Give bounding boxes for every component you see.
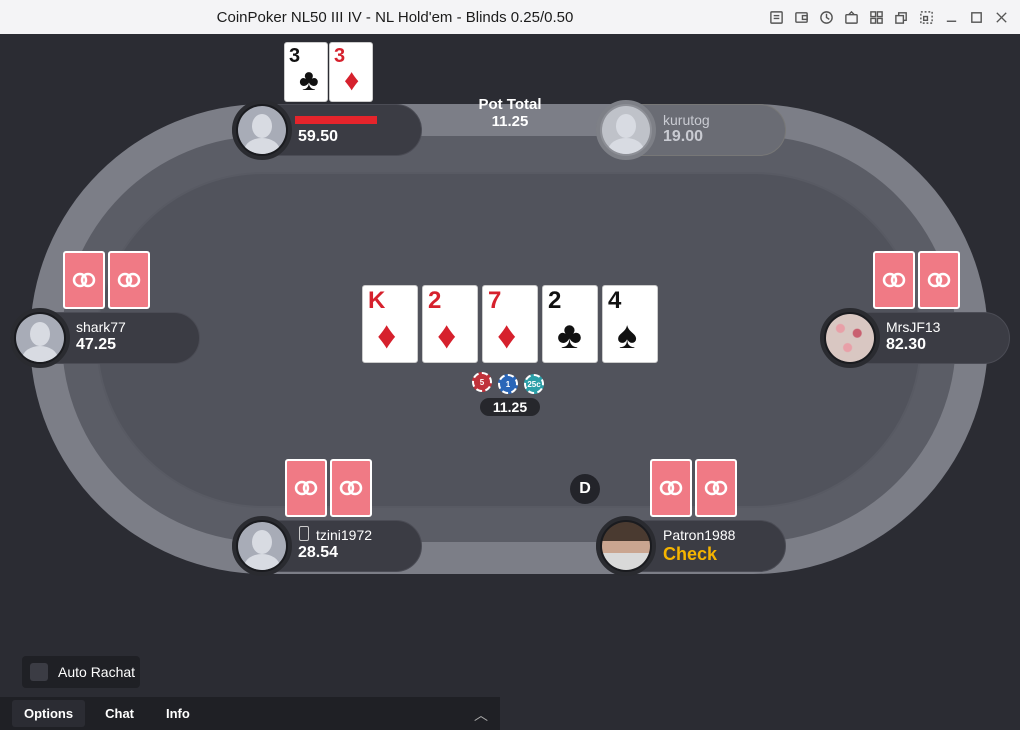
dealer-button: D: [570, 474, 600, 504]
player-stack: 82.30: [886, 336, 927, 353]
hole-card: 3 ♦: [329, 42, 373, 102]
player-name: kurutog: [663, 112, 710, 128]
title-bar: CoinPoker NL50 III IV - NL Hold'em - Bli…: [0, 0, 1020, 34]
board-card: 4 ♠: [602, 285, 658, 363]
wallet-icon[interactable]: [792, 8, 810, 26]
avatar: [232, 100, 292, 160]
board-card: 7 ♦: [482, 285, 538, 363]
bottom-tab-bar: Options Chat Info ︿: [0, 697, 500, 730]
avatar: [232, 516, 292, 576]
resize-icon[interactable]: [917, 8, 935, 26]
auto-rebuy-label: Auto Rachat: [58, 664, 136, 680]
card-back: [873, 251, 915, 309]
player-action: Check: [663, 544, 718, 564]
avatar: [596, 516, 656, 576]
avatar: [820, 308, 880, 368]
window-controls: [767, 8, 1010, 26]
close-icon[interactable]: [992, 8, 1010, 26]
player-stack: 28.54: [298, 544, 339, 561]
avatar: [10, 308, 70, 368]
minimize-icon[interactable]: [942, 8, 960, 26]
mobile-device-icon: [299, 526, 309, 541]
player-name: Patron1988: [663, 527, 736, 543]
maximize-icon[interactable]: [967, 8, 985, 26]
hole-card: 3 ♣: [284, 42, 328, 102]
chip-1: 1: [498, 374, 518, 394]
cascade-icon[interactable]: [892, 8, 910, 26]
card-back: [63, 251, 105, 309]
avatar: [596, 100, 656, 160]
window-title: CoinPoker NL50 III IV - NL Hold'em - Bli…: [216, 9, 574, 26]
chip-25c: 25c: [524, 374, 544, 394]
card-back: [695, 459, 737, 517]
board-card: K ♦: [362, 285, 418, 363]
poker-table: Pot Total 11.25 K ♦ 2 ♦ 7 ♦ 2 ♣ 4 ♠ 5 1 25c 1…: [0, 34, 1020, 696]
tab-info[interactable]: Info: [154, 700, 202, 727]
card-back: [918, 251, 960, 309]
chip-5: 5: [472, 372, 492, 392]
auto-rebuy-checkbox[interactable]: [30, 663, 48, 681]
pot-bet-amount: 11.25: [480, 398, 540, 416]
player-stack: 47.25: [76, 336, 117, 353]
player-stack: 19.00: [663, 128, 704, 145]
board-card: 2 ♣: [542, 285, 598, 363]
history-icon[interactable]: [817, 8, 835, 26]
tab-options[interactable]: Options: [12, 700, 86, 727]
tab-chat[interactable]: Chat: [93, 700, 146, 727]
chevron-up-icon[interactable]: ︿: [474, 705, 488, 725]
lobby-icon[interactable]: [767, 8, 785, 26]
card-back: [108, 251, 150, 309]
auto-rebuy-toggle[interactable]: Auto Rachat: [22, 656, 140, 688]
pot-total: Pot Total 11.25: [450, 96, 570, 130]
board-card: 2 ♦: [422, 285, 478, 363]
card-back: [330, 459, 372, 517]
action-timer-bar: [295, 116, 377, 124]
player-name: tzini1972: [316, 527, 373, 543]
player-stack: 59.50: [298, 128, 339, 145]
tables-grid-icon[interactable]: [867, 8, 885, 26]
player-name: shark77: [76, 319, 126, 335]
pot-total-label: Pot Total: [478, 96, 542, 113]
cashier-icon[interactable]: [842, 8, 860, 26]
poker-client-window: CoinPoker NL50 III IV - NL Hold'em - Bli…: [0, 0, 1020, 730]
card-back: [650, 459, 692, 517]
player-name: MrsJF13: [886, 319, 941, 335]
pot-total-amount: 11.25: [491, 113, 529, 130]
card-back: [285, 459, 327, 517]
